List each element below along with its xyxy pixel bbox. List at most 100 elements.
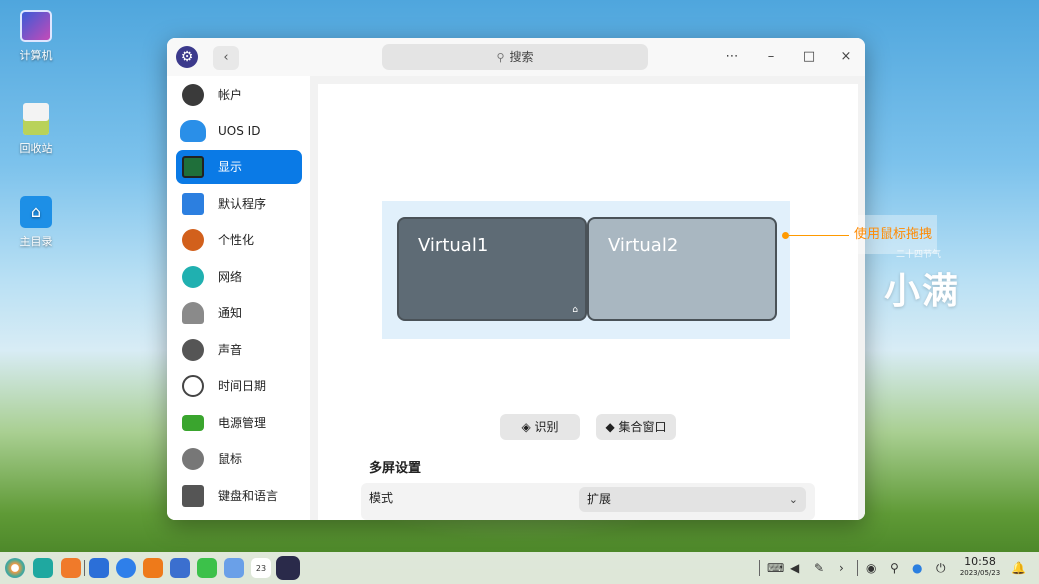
- layers-icon: ◆: [605, 420, 615, 434]
- desktop-computer-label: 计算机: [19, 49, 53, 62]
- desktop-trash[interactable]: 回收站: [8, 103, 64, 156]
- network-icon: [182, 266, 204, 288]
- mouse-icon: [182, 448, 204, 470]
- sidebar-item-uos-id[interactable]: UOS ID: [176, 114, 302, 148]
- app-store-icon[interactable]: [33, 558, 53, 578]
- display-settings-content: Virtual1 ⌂ Virtual2 ◈ 识别 ◆ 集合窗口 多屏设置 模式 …: [310, 76, 865, 520]
- taskbar-separator: [857, 560, 858, 576]
- pen-icon[interactable]: ✎: [814, 559, 824, 577]
- keyboard-icon: [182, 485, 204, 507]
- mode-label: 模式: [369, 491, 394, 505]
- titlebar: ⚙ ‹ ⚲ 搜索 ⋯ – □ ×: [167, 38, 865, 76]
- sidebar-item-label: 键盘和语言: [218, 489, 279, 503]
- taskbar-separator: [759, 560, 760, 576]
- default-apps-icon: [182, 193, 204, 215]
- sidebar-item-label: 显示: [218, 160, 243, 174]
- sidebar-item-default-apps[interactable]: 默认程序: [176, 187, 302, 221]
- close-button[interactable]: ×: [835, 46, 857, 68]
- tooltip-dot: [782, 232, 789, 239]
- desktop-trash-label: 回收站: [19, 142, 53, 155]
- desktop-home[interactable]: ⌂ 主目录: [8, 196, 64, 249]
- mode-row: 模式 扩展 ⌄: [361, 483, 815, 520]
- chevron-down-icon: ⌄: [788, 493, 798, 506]
- sidebar-item-label: 个性化: [218, 233, 255, 247]
- identify-icon: ◈: [521, 420, 531, 434]
- sidebar-item-label: 鼠标: [218, 452, 243, 466]
- computer-icon: [20, 10, 52, 42]
- notification-icon: [182, 302, 204, 324]
- identify-button[interactable]: ◈ 识别: [500, 414, 580, 440]
- sidebar-item-keyboard[interactable]: 键盘和语言: [176, 479, 302, 513]
- sidebar-item-personalization[interactable]: 个性化: [176, 223, 302, 257]
- personalization-icon: [182, 229, 204, 251]
- search-tray-icon[interactable]: ⚲: [890, 559, 899, 577]
- clock-time: 10:58: [964, 555, 996, 568]
- browser-icon[interactable]: [89, 558, 109, 578]
- sidebar-item-label: UOS ID: [218, 124, 261, 138]
- sidebar-item-label: 默认程序: [218, 197, 267, 211]
- monitor-arrangement: Virtual1 ⌂ Virtual2: [382, 201, 790, 339]
- mode-select[interactable]: 扩展 ⌄: [579, 487, 806, 512]
- primary-home-icon: ⌂: [572, 305, 578, 315]
- monitor-name: Virtual1: [418, 235, 489, 256]
- calendar-day-icon[interactable]: 23: [251, 558, 271, 578]
- chevron-right-icon[interactable]: ›: [839, 559, 844, 577]
- launcher-icon[interactable]: [5, 558, 25, 578]
- monitor-name: Virtual2: [608, 235, 679, 256]
- sidebar-item-label: 电源管理: [218, 416, 267, 430]
- search-icon: ⚲: [496, 51, 505, 64]
- wallpaper-brand: 小满: [884, 270, 961, 312]
- tooltip-line: [789, 235, 849, 236]
- account-icon: [182, 84, 204, 106]
- notification-bell-icon[interactable]: 🔔: [1011, 559, 1026, 577]
- mail-icon[interactable]: [170, 558, 190, 578]
- monitor-virtual1[interactable]: Virtual1 ⌂: [397, 217, 587, 321]
- sidebar-item-network[interactable]: 网络: [176, 260, 302, 294]
- sound-icon: [182, 339, 204, 361]
- control-center-window: ⚙ ‹ ⚲ 搜索 ⋯ – □ × 帐户 UOS ID 显示 默认程序 个性化 网…: [167, 38, 865, 520]
- file-manager-icon[interactable]: [61, 558, 81, 578]
- sidebar-item-label: 网络: [218, 270, 243, 284]
- calendar-icon[interactable]: [224, 558, 244, 578]
- control-center-app-icon: ⚙: [176, 46, 198, 68]
- sidebar-item-notification[interactable]: 通知: [176, 296, 302, 330]
- menu-button[interactable]: ⋯: [721, 46, 743, 68]
- minimize-button[interactable]: –: [760, 46, 782, 68]
- sidebar-item-display[interactable]: 显示: [176, 150, 302, 184]
- sidebar-item-power[interactable]: 电源管理: [176, 406, 302, 440]
- network-tray-icon[interactable]: ●: [912, 559, 922, 577]
- clock[interactable]: 10:58 2023/05/23: [959, 555, 1001, 578]
- identify-label: 识别: [534, 420, 559, 434]
- search-input[interactable]: ⚲ 搜索: [382, 44, 648, 70]
- settings-icon[interactable]: [278, 558, 298, 578]
- mode-value: 扩展: [587, 492, 612, 506]
- volume-icon[interactable]: ◀: [790, 559, 799, 577]
- photos-icon[interactable]: [143, 558, 163, 578]
- sidebar-item-mouse[interactable]: 鼠标: [176, 442, 302, 476]
- maximize-button[interactable]: □: [798, 46, 820, 68]
- clock-date: 2023/05/23: [959, 569, 1001, 577]
- sidebar-item-label: 声音: [218, 343, 243, 357]
- sidebar-item-account[interactable]: 帐户: [176, 78, 302, 112]
- sidebar-item-label: 帐户: [218, 88, 243, 102]
- display-panel: Virtual1 ⌂ Virtual2 ◈ 识别 ◆ 集合窗口 多屏设置 模式 …: [318, 84, 858, 520]
- assistant-icon[interactable]: ◉: [866, 559, 876, 577]
- sidebar-item-sound[interactable]: 声音: [176, 333, 302, 367]
- keyboard-tray-icon[interactable]: ⌨: [767, 559, 784, 577]
- notes-icon[interactable]: [197, 558, 217, 578]
- sidebar-item-label: 时间日期: [218, 379, 267, 393]
- clock-icon: [182, 375, 204, 397]
- trash-icon: [23, 103, 49, 135]
- music-icon[interactable]: [116, 558, 136, 578]
- power-icon: [182, 415, 204, 431]
- monitor-virtual2[interactable]: Virtual2: [587, 217, 777, 321]
- back-button[interactable]: ‹: [213, 46, 239, 70]
- sidebar-item-datetime[interactable]: 时间日期: [176, 369, 302, 403]
- gather-windows-button[interactable]: ◆ 集合窗口: [596, 414, 676, 440]
- desktop-computer[interactable]: 计算机: [8, 10, 64, 63]
- gather-label: 集合窗口: [618, 420, 667, 434]
- cloud-icon: [180, 120, 206, 142]
- sidebar: 帐户 UOS ID 显示 默认程序 个性化 网络 通知 声音 时间日期 电源管理…: [167, 76, 310, 520]
- power-tray-icon[interactable]: ⏻: [936, 559, 946, 577]
- taskbar-separator: [84, 560, 85, 576]
